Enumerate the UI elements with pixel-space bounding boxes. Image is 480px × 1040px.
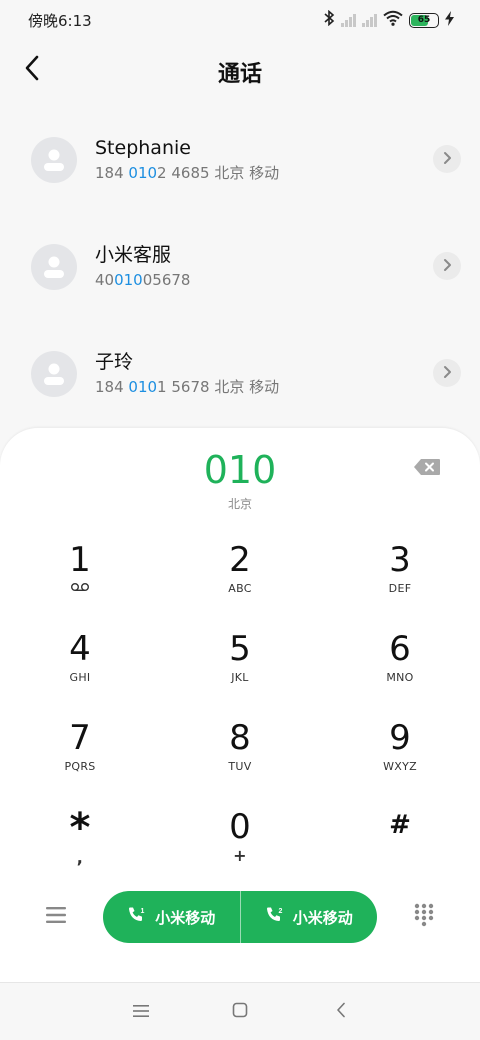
chevron-right-icon [442, 150, 452, 169]
dialed-location: 北京 [227, 497, 252, 511]
status-icons: 65 [323, 9, 454, 30]
menu-icon [133, 1003, 149, 1022]
contact-row[interactable]: Stephanie 184 0102 4685 北京 移动 [0, 106, 480, 213]
battery-level: 65 [417, 14, 431, 25]
contact-row[interactable]: 子玲 184 0101 5678 北京 移动 [0, 320, 480, 427]
call-sim2-button[interactable]: 2 小米移动 [241, 891, 378, 943]
key-5[interactable]: 5 JKL [160, 622, 320, 711]
dialed-number: 010 [203, 448, 277, 492]
call-sim1-button[interactable]: 1 小米移动 [103, 891, 240, 943]
chevron-right-icon [442, 257, 452, 276]
contact-name: 小米客服 [95, 243, 172, 266]
call-sim2-label: 小米移动 [292, 908, 353, 927]
status-time: 傍晚6:13 [28, 11, 92, 30]
backspace-button[interactable] [412, 458, 442, 480]
person-icon [44, 363, 64, 385]
phone-sim2-icon: 2 [265, 906, 285, 928]
keypad-icon [414, 903, 434, 931]
key-7[interactable]: 7 PQRS [0, 711, 160, 800]
person-icon [44, 256, 64, 278]
navigation-bar [0, 982, 480, 1040]
call-buttons: 1 小米移动 2 小米移动 [103, 891, 377, 943]
key-6[interactable]: 6 MNO [320, 622, 480, 711]
dialer-panel: 010 北京 1 2 ABC 3 DEF 4 GHI 5 JKL 6 MNO 7… [0, 428, 480, 1040]
contact-list: Stephanie 184 0102 4685 北京 移动 小米客服 40010… [0, 106, 480, 427]
key-4[interactable]: 4 GHI [0, 622, 160, 711]
phone-sim1-icon: 1 [127, 906, 147, 928]
contact-number: 184 0101 5678 北京 移动 [95, 377, 280, 396]
svg-text:2: 2 [278, 908, 282, 915]
avatar [31, 243, 77, 290]
voicemail-icon [70, 581, 90, 597]
avatar [31, 350, 77, 397]
contact-number: 4001005678 [95, 270, 191, 289]
wifi-icon [383, 10, 403, 30]
key-9[interactable]: 9 WXYZ [320, 711, 480, 800]
bluetooth-icon [323, 9, 335, 30]
contact-name: Stephanie [95, 136, 191, 159]
signal-icon [341, 13, 356, 27]
contact-detail-button[interactable] [433, 252, 461, 280]
key-hash[interactable]: # [320, 800, 480, 889]
key-8[interactable]: 8 TUV [160, 711, 320, 800]
chevron-right-icon [442, 364, 452, 383]
nav-back-button[interactable] [326, 997, 356, 1027]
key-2[interactable]: 2 ABC [160, 533, 320, 622]
home-button[interactable] [225, 997, 255, 1027]
battery-icon: 65 [409, 12, 439, 28]
person-icon [44, 149, 64, 171]
keypad: 1 2 ABC 3 DEF 4 GHI 5 JKL 6 MNO 7 PQRS 8… [0, 533, 480, 889]
page-title: 通话 [217, 62, 262, 87]
call-row: 1 小米移动 2 小米移动 [0, 891, 480, 943]
charging-icon [445, 10, 454, 30]
header: 通话 [0, 44, 480, 96]
key-star[interactable]: * , [0, 800, 160, 889]
contact-row[interactable]: 小米客服 4001005678 [0, 213, 480, 320]
contact-detail-button[interactable] [433, 359, 461, 387]
avatar [31, 136, 77, 183]
contact-detail-button[interactable] [433, 145, 461, 173]
contact-number: 184 0102 4685 北京 移动 [95, 163, 280, 182]
square-icon [232, 1002, 248, 1022]
menu-icon [46, 906, 66, 928]
keypad-toggle-button[interactable] [410, 903, 438, 931]
contact-name: 子玲 [95, 350, 134, 373]
key-1[interactable]: 1 [0, 533, 160, 622]
chevron-left-icon [335, 1002, 347, 1022]
key-3[interactable]: 3 DEF [320, 533, 480, 622]
call-sim1-label: 小米移动 [155, 908, 216, 927]
backspace-icon [413, 458, 441, 480]
key-0[interactable]: 0 + [160, 800, 320, 889]
status-bar: 傍晚6:13 65 [0, 0, 480, 40]
menu-button[interactable] [42, 903, 70, 931]
svg-text:1: 1 [141, 908, 145, 915]
signal-icon [362, 13, 377, 27]
recents-button[interactable] [126, 997, 156, 1027]
